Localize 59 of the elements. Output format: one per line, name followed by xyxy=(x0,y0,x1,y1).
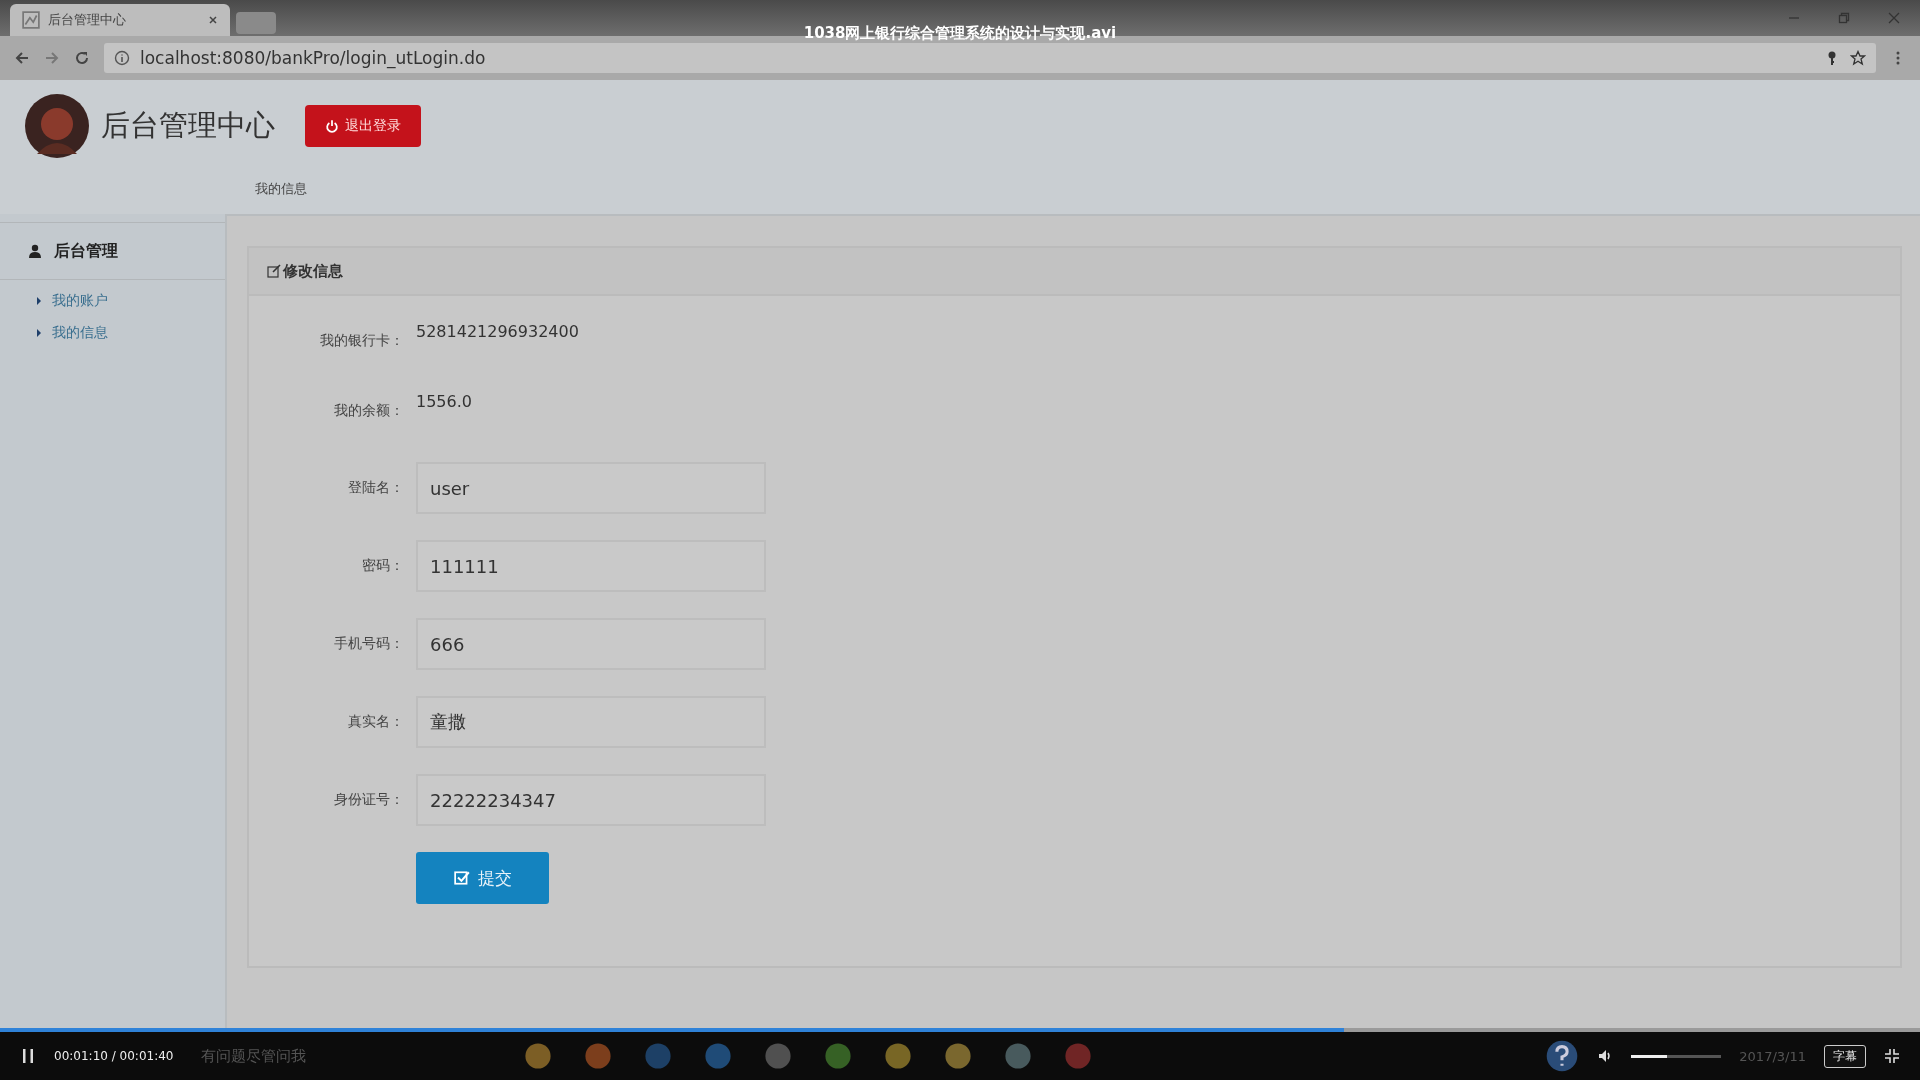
app-icon[interactable] xyxy=(824,1042,853,1070)
avatar xyxy=(25,94,89,158)
star-icon[interactable] xyxy=(1850,50,1866,66)
subtitle-button[interactable]: 字幕 xyxy=(1824,1044,1866,1068)
field-label: 手机号码： xyxy=(333,635,404,653)
help-icon[interactable] xyxy=(1545,1039,1580,1073)
restore-icon[interactable] xyxy=(1838,12,1850,24)
caret-icon xyxy=(36,296,42,306)
breadcrumb: 我的信息 xyxy=(254,180,308,198)
pause-icon[interactable] xyxy=(20,1048,36,1064)
field-label: 密码： xyxy=(361,557,404,575)
close-icon[interactable] xyxy=(1888,12,1900,24)
input-field[interactable]: 666 xyxy=(416,618,766,670)
back-icon[interactable] xyxy=(14,50,30,66)
app-icon[interactable] xyxy=(524,1042,553,1070)
app-icon[interactable] xyxy=(884,1042,913,1070)
input-field[interactable]: 22222234347 xyxy=(416,774,766,826)
user-icon xyxy=(28,244,42,258)
caret-icon xyxy=(36,328,42,338)
field-label: 我的银行卡： xyxy=(319,331,404,350)
page-icon xyxy=(22,11,40,29)
input-field[interactable]: user xyxy=(416,462,766,514)
app-icon[interactable] xyxy=(944,1042,973,1070)
field-label: 身份证号： xyxy=(333,791,404,809)
app-icon[interactable] xyxy=(704,1042,733,1070)
logout-button[interactable]: 退出登录 xyxy=(305,105,421,147)
exit-fullscreen-icon[interactable] xyxy=(1884,1048,1900,1064)
checkbox-icon xyxy=(453,870,470,886)
video-title: 1038网上银行综合管理系统的设计与实现.avi xyxy=(803,24,1117,43)
app-icon[interactable] xyxy=(1064,1042,1093,1070)
input-field[interactable]: 童撒 xyxy=(416,696,766,748)
panel-title: 修改信息 xyxy=(283,261,343,281)
taskbar-date: 2017/3/11 xyxy=(1739,1048,1806,1064)
app-icon[interactable] xyxy=(584,1042,613,1070)
app-icon[interactable] xyxy=(764,1042,793,1070)
edit-icon xyxy=(267,264,281,278)
close-icon[interactable] xyxy=(208,15,218,25)
field-value: 1556.0 xyxy=(416,392,472,411)
app-icon[interactable] xyxy=(1004,1042,1033,1070)
submit-button[interactable]: 提交 xyxy=(416,852,549,904)
reload-icon[interactable] xyxy=(74,50,90,66)
field-label: 登陆名： xyxy=(347,479,404,497)
app-icon[interactable] xyxy=(644,1042,673,1070)
address-bar[interactable]: localhost:8080/bankPro/login_utLogin.do xyxy=(104,43,1876,73)
forward-icon[interactable] xyxy=(44,50,60,66)
progress-track[interactable] xyxy=(0,1028,1920,1032)
site-title: 后台管理中心 xyxy=(101,107,275,144)
tab-title: 后台管理中心 xyxy=(48,11,127,29)
input-field[interactable]: 111111 xyxy=(416,540,766,592)
info-icon xyxy=(114,50,130,66)
volume-slider[interactable] xyxy=(1631,1054,1722,1058)
power-icon xyxy=(325,119,339,133)
url-text: localhost:8080/bankPro/login_utLogin.do xyxy=(140,48,487,68)
field-label: 真实名： xyxy=(347,713,404,731)
browser-tab[interactable]: 后台管理中心 xyxy=(10,4,230,36)
field-label: 我的余额： xyxy=(333,401,404,420)
sidebar-heading: 后台管理 xyxy=(54,240,118,262)
playback-time: 00:01:10 / 00:01:40 xyxy=(54,1049,174,1063)
field-value: 5281421296932400 xyxy=(416,322,579,341)
